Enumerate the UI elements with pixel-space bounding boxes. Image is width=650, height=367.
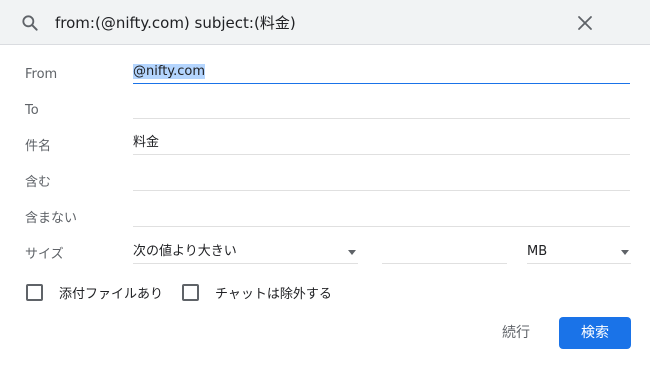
- subject-label: 件名: [25, 139, 52, 154]
- size-comparison-value: 次の値より大きい: [133, 244, 237, 259]
- search-query-input[interactable]: from:(@nifty.com) subject:(料金): [55, 13, 296, 33]
- has-attachment-checkbox[interactable]: [26, 283, 43, 301]
- search-button[interactable]: 検索: [559, 317, 631, 349]
- doesnt-have-field[interactable]: [133, 205, 630, 227]
- search-bar: from:(@nifty.com) subject:(料金): [0, 0, 650, 45]
- exclude-chats-label: チャットは除外する: [215, 286, 332, 302]
- advanced-search-dialog: from:(@nifty.com) subject:(料金) From @nif…: [0, 0, 650, 367]
- exclude-chats-option[interactable]: チャットは除外する: [182, 283, 332, 302]
- size-unit-value: MB: [527, 244, 548, 259]
- size-comparison-select[interactable]: 次の値より大きい: [133, 242, 358, 264]
- from-label: From: [25, 67, 58, 82]
- subject-field[interactable]: 料金: [133, 133, 630, 155]
- to-field[interactable]: [133, 97, 630, 119]
- continue-button[interactable]: 続行: [490, 318, 542, 348]
- chevron-down-icon: [348, 250, 356, 255]
- has-attachment-label: 添付ファイルあり: [59, 286, 164, 302]
- size-label: サイズ: [25, 247, 64, 262]
- exclude-chats-checkbox[interactable]: [182, 283, 199, 301]
- search-icon[interactable]: [20, 13, 40, 33]
- doesnt-have-label: 含まない: [25, 211, 78, 226]
- has-attachment-option[interactable]: 添付ファイルあり: [26, 283, 164, 302]
- has-words-field[interactable]: [133, 169, 630, 191]
- chevron-down-icon: [621, 250, 629, 255]
- from-field-value: @nifty.com: [133, 64, 206, 79]
- size-value-field[interactable]: [382, 242, 507, 264]
- to-label: To: [25, 103, 39, 118]
- close-icon[interactable]: [576, 14, 594, 32]
- size-unit-select[interactable]: MB: [527, 242, 631, 264]
- from-field[interactable]: @nifty.com: [133, 62, 630, 84]
- has-words-label: 含む: [25, 175, 52, 190]
